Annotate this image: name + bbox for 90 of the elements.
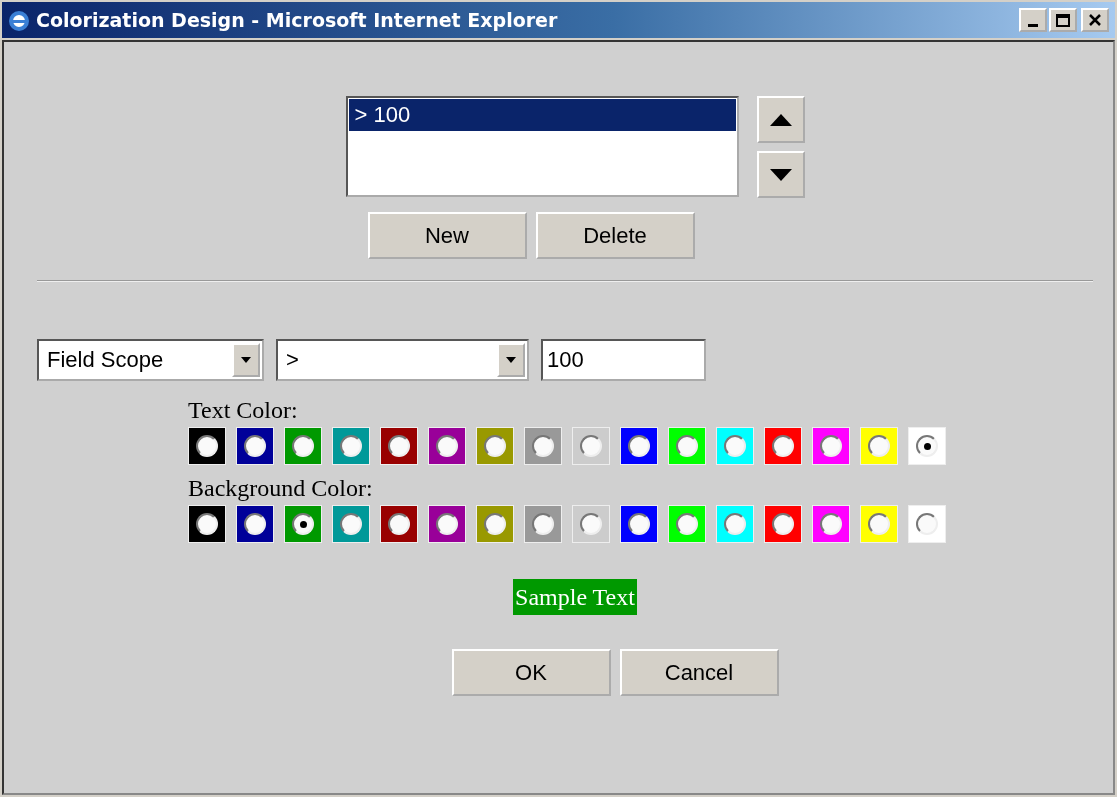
color-swatch[interactable] [908,427,946,465]
radio-button[interactable] [580,435,602,457]
color-swatch[interactable] [764,505,802,543]
color-swatch[interactable] [284,427,322,465]
color-swatch[interactable] [620,505,658,543]
color-label: Background Color: [188,474,374,503]
radio-button[interactable] [820,435,842,457]
color-swatch[interactable] [812,427,850,465]
radio-button[interactable] [916,435,938,457]
scope-dropdown[interactable]: Field Scope [37,339,264,381]
color-label: Text Color: [188,396,299,425]
radio-button[interactable] [196,513,218,535]
move-up-button[interactable] [756,96,805,143]
value-field[interactable]: 100 [541,339,706,381]
color-swatch[interactable] [428,427,466,465]
up-arrow-icon [769,113,792,126]
radio-button[interactable] [292,513,314,535]
color-swatch[interactable] [572,505,610,543]
radio-button[interactable] [724,435,746,457]
radio-button[interactable] [388,513,410,535]
action-button[interactable]: New [367,212,527,259]
maximize-button[interactable] [1049,8,1077,32]
radio-button[interactable] [676,513,698,535]
radio-button[interactable] [916,513,938,535]
color-swatch[interactable] [716,427,754,465]
radio-button[interactable] [244,435,266,457]
radio-button[interactable] [340,513,362,535]
radio-button[interactable] [244,513,266,535]
color-swatch[interactable] [476,427,514,465]
color-swatch[interactable] [188,427,226,465]
color-swatch[interactable] [380,427,418,465]
radio-button[interactable] [292,435,314,457]
radio-button[interactable] [436,513,458,535]
color-swatch[interactable] [620,427,658,465]
radio-button[interactable] [388,435,410,457]
color-swatch[interactable] [764,427,802,465]
close-icon [1089,14,1101,26]
browser-icon [8,9,30,31]
color-swatch[interactable] [524,427,562,465]
color-swatch[interactable] [236,505,274,543]
rule-list[interactable]: > 100 [345,96,739,197]
color-swatch[interactable] [572,427,610,465]
color-swatch[interactable] [236,427,274,465]
color-swatch[interactable] [668,505,706,543]
color-swatch[interactable] [860,505,898,543]
list-item[interactable]: > 100 [348,99,736,131]
color-swatch[interactable] [188,505,226,543]
maximize-icon [1056,13,1070,27]
radio-button[interactable] [820,513,842,535]
sample-text: Sample Text [513,579,637,615]
color-swatch[interactable] [428,505,466,543]
color-swatch[interactable] [812,505,850,543]
color-swatch[interactable] [908,505,946,543]
radio-button[interactable] [532,435,554,457]
radio-button[interactable] [628,513,650,535]
radio-button[interactable] [532,513,554,535]
dropdown-caret-icon [241,357,251,363]
dropdown-caret-icon [506,357,516,363]
minimize-button[interactable] [1019,8,1047,32]
color-swatch[interactable] [476,505,514,543]
operator-dropdown[interactable]: > [276,339,529,381]
color-swatch[interactable] [716,505,754,543]
radio-button[interactable] [628,435,650,457]
minimize-icon [1028,23,1038,27]
radio-button[interactable] [196,435,218,457]
dialog-button[interactable]: Cancel [619,649,779,696]
color-swatch[interactable] [284,505,322,543]
color-swatch[interactable] [380,505,418,543]
radio-button[interactable] [340,435,362,457]
action-button[interactable]: Delete [535,212,695,259]
radio-button[interactable] [868,435,890,457]
color-swatch[interactable] [332,505,370,543]
dialog-button[interactable]: OK [451,649,611,696]
window-title: Colorization Design - Microsoft Internet Explorer [36,9,559,31]
move-down-button[interactable] [756,151,805,198]
radio-button[interactable] [580,513,602,535]
color-swatch[interactable] [524,505,562,543]
radio-button[interactable] [868,513,890,535]
color-swatch[interactable] [332,427,370,465]
radio-button[interactable] [436,435,458,457]
radio-button[interactable] [484,513,506,535]
down-arrow-icon [769,168,792,181]
close-button[interactable] [1081,8,1109,32]
radio-button[interactable] [724,513,746,535]
radio-button[interactable] [676,435,698,457]
radio-button[interactable] [772,435,794,457]
color-swatch[interactable] [668,427,706,465]
radio-button[interactable] [772,513,794,535]
radio-button[interactable] [484,435,506,457]
color-swatch[interactable] [860,427,898,465]
